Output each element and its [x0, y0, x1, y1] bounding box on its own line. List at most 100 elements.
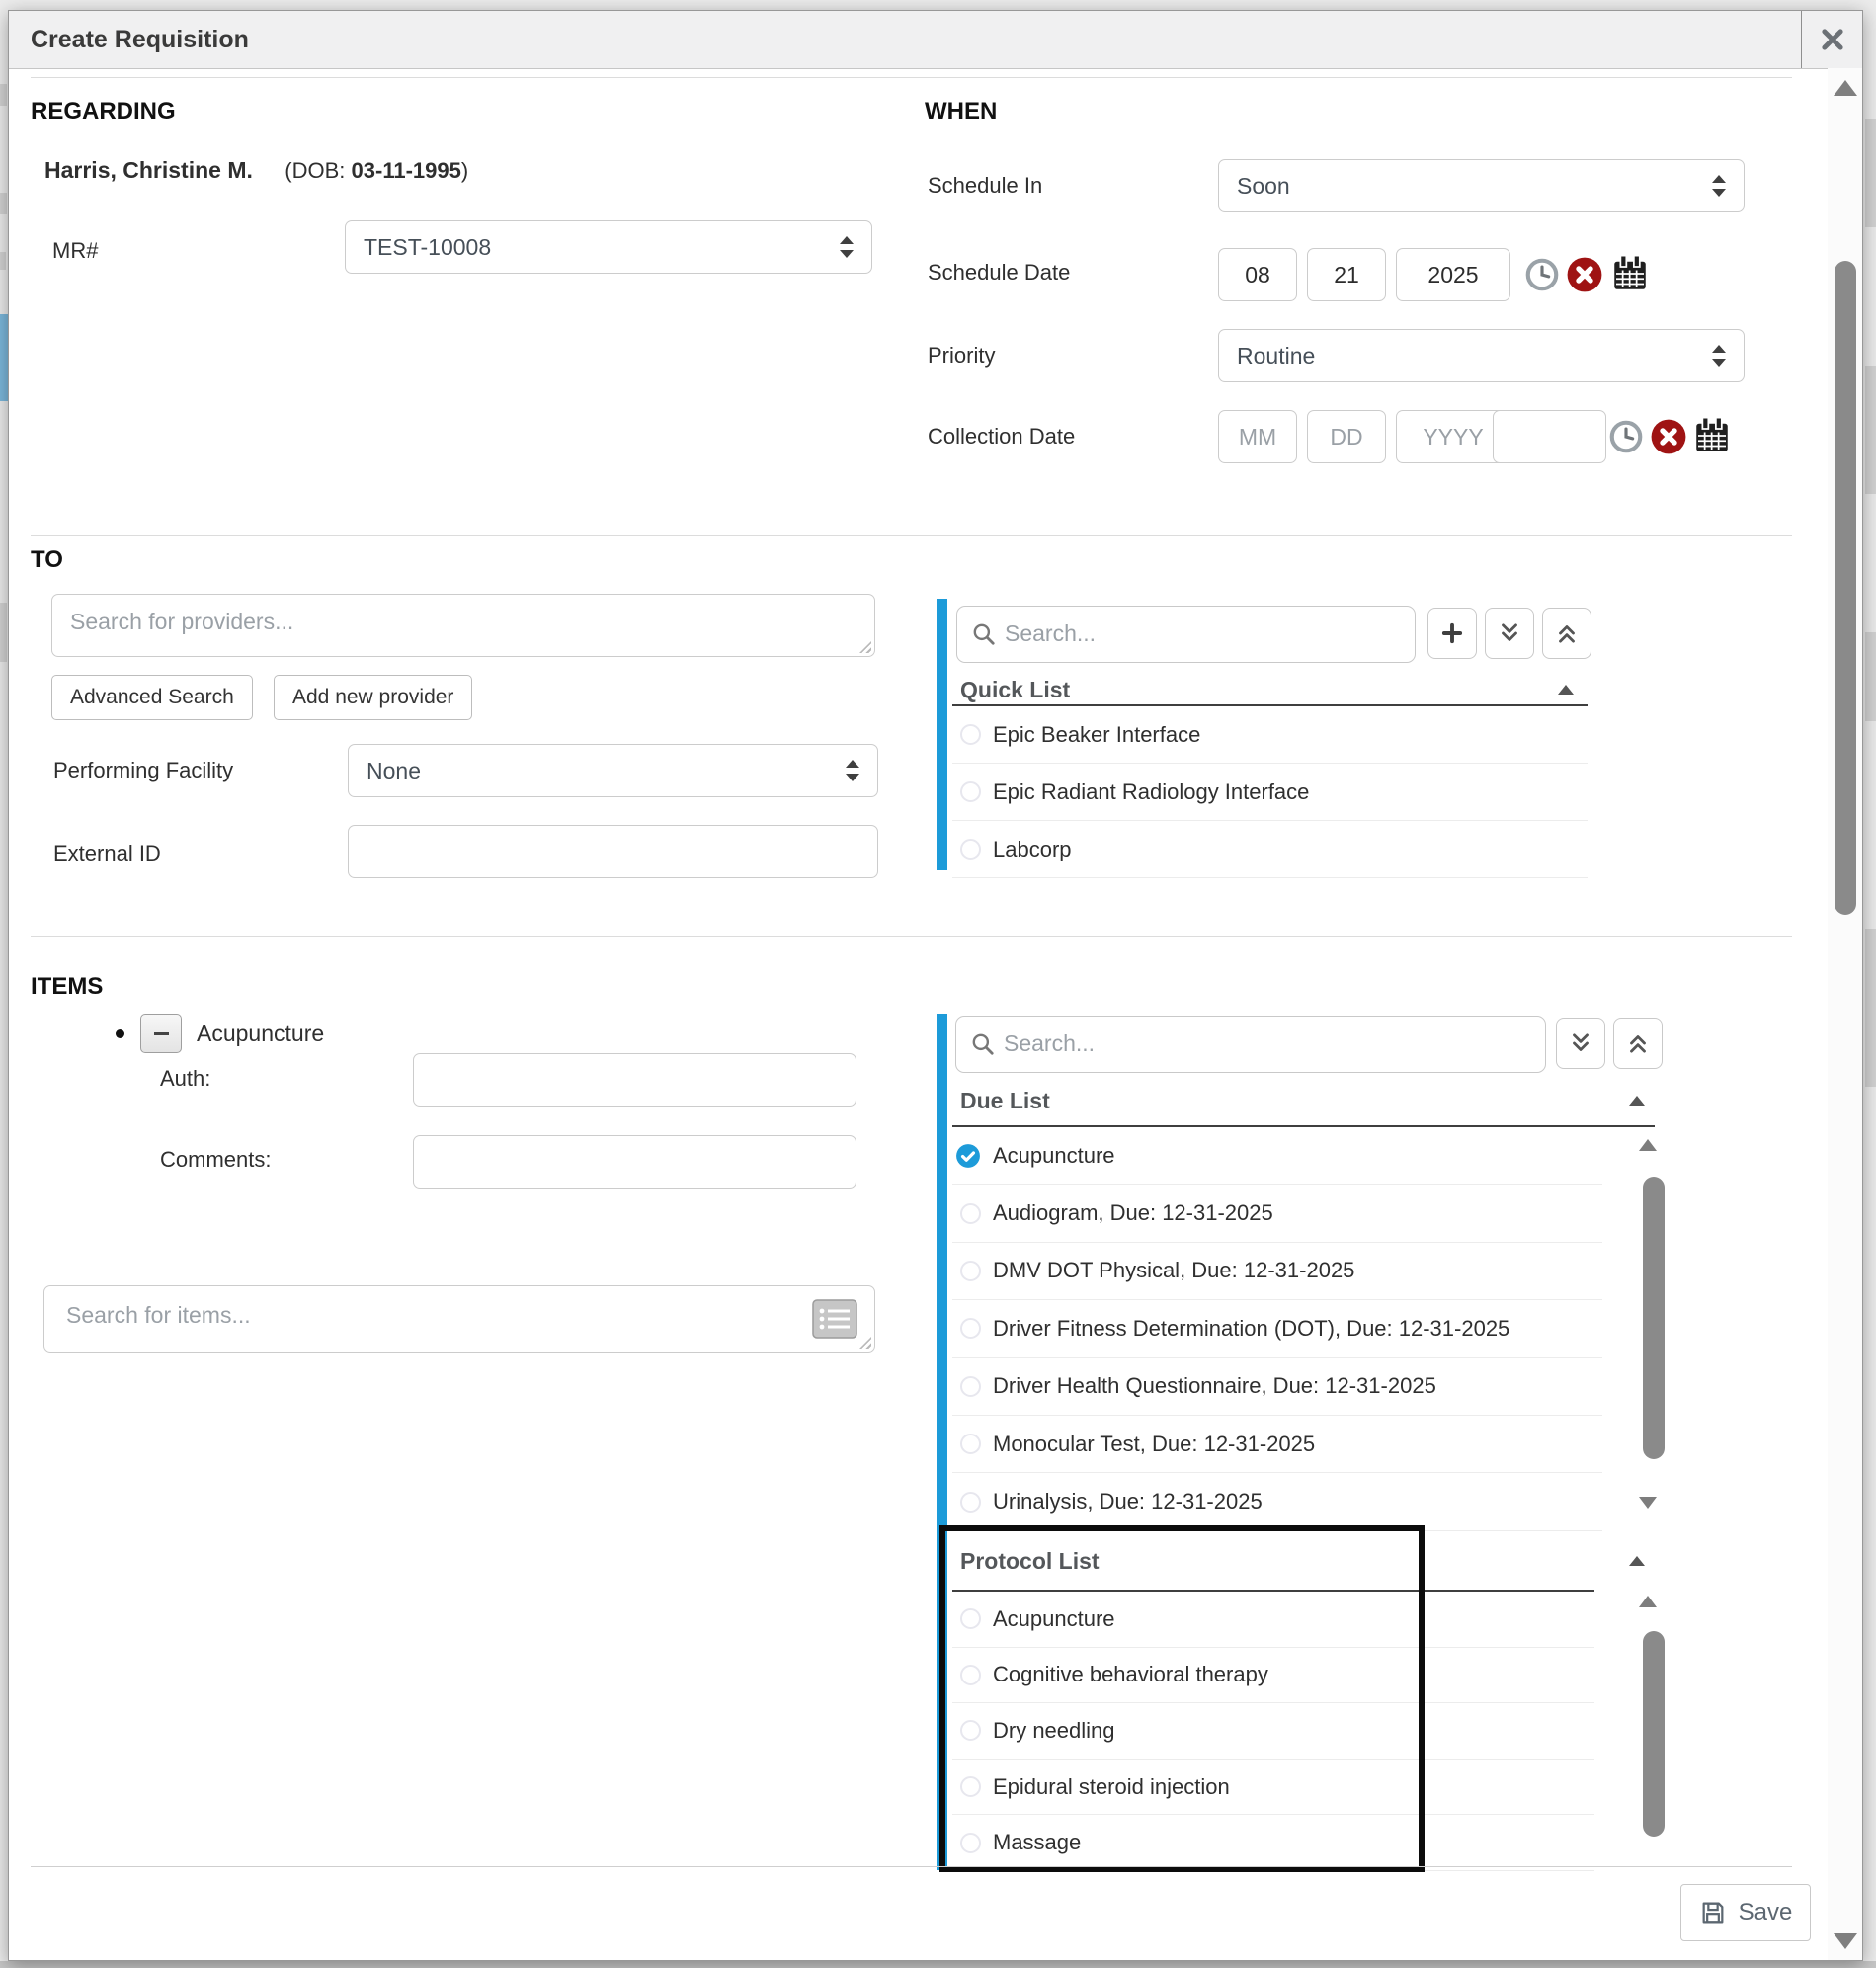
- list-item-label: Acupuncture: [993, 1143, 1115, 1169]
- regarding-heading: REGARDING: [31, 98, 176, 125]
- dob-value: 03-11-1995: [352, 158, 461, 183]
- radio-icon: [960, 724, 981, 745]
- scroll-up-arrow[interactable]: [1639, 1596, 1657, 1607]
- save-button[interactable]: Save: [1680, 1884, 1811, 1941]
- scroll-up-arrow[interactable]: [1834, 80, 1857, 96]
- priority-label: Priority: [928, 343, 995, 369]
- collapse-all-button[interactable]: [1613, 1018, 1663, 1069]
- due-list-item[interactable]: Audiogram, Due: 12-31-2025: [952, 1185, 1602, 1242]
- schedule-date-label: Schedule Date: [928, 260, 1070, 286]
- priority-select[interactable]: Routine: [1218, 329, 1745, 382]
- radio-icon: [960, 1492, 981, 1513]
- due-list-item[interactable]: Driver Fitness Determination (DOT), Due:…: [952, 1300, 1602, 1357]
- remove-item-button[interactable]: [140, 1014, 182, 1053]
- calendar-icon[interactable]: [1609, 253, 1651, 294]
- quick-list-item[interactable]: Epic Radiant Radiology Interface: [952, 764, 1588, 821]
- modal-title: Create Requisition: [31, 11, 249, 68]
- performing-facility-select[interactable]: None: [348, 744, 878, 797]
- remove-item-icon: [154, 1032, 169, 1035]
- mr-label: MR#: [52, 238, 98, 264]
- select-arrows-icon: [1711, 344, 1726, 368]
- schedule-year-input[interactable]: [1396, 248, 1510, 301]
- select-arrows-icon: [845, 759, 859, 782]
- calendar-icon[interactable]: [1691, 415, 1733, 456]
- items-search-input[interactable]: [996, 1020, 1531, 1069]
- quicklist-search-input[interactable]: [997, 610, 1401, 659]
- patient-line: Harris, Christine M. (DOB: 03-11-1995): [44, 157, 468, 184]
- panel-accent-bar: [937, 599, 947, 870]
- add-new-provider-button[interactable]: Add new provider: [274, 675, 472, 720]
- time-picker-icon[interactable]: [1523, 256, 1561, 293]
- add-provider-list-button[interactable]: [1427, 608, 1477, 659]
- quick-list: Epic Beaker Interface Epic Radiant Radio…: [952, 706, 1588, 878]
- background-fragment: [0, 603, 7, 662]
- provider-search-input[interactable]: [51, 594, 875, 657]
- schedule-month-input[interactable]: [1218, 248, 1297, 301]
- plus-icon: [1439, 620, 1465, 646]
- background-fragment: [1865, 632, 1876, 721]
- list-item-label: Acupuncture: [993, 1606, 1115, 1632]
- protocol-list-item[interactable]: Epidural steroid injection: [952, 1760, 1594, 1816]
- close-button[interactable]: [1801, 11, 1862, 68]
- search-icon: [971, 621, 997, 647]
- schedule-day-input[interactable]: [1307, 248, 1386, 301]
- item-list-icon[interactable]: [812, 1299, 857, 1339]
- protocol-list: Acupuncture Cognitive behavioral therapy…: [952, 1592, 1594, 1871]
- advanced-search-button[interactable]: Advanced Search: [51, 675, 253, 720]
- expand-all-button[interactable]: [1556, 1018, 1605, 1069]
- scroll-up-arrow[interactable]: [1639, 1139, 1657, 1151]
- radio-icon: [960, 1720, 981, 1741]
- protocol-list-item[interactable]: Acupuncture: [952, 1592, 1594, 1648]
- time-picker-icon[interactable]: [1607, 418, 1645, 455]
- item-search-input[interactable]: [43, 1285, 875, 1353]
- scrollbar-thumb[interactable]: [1835, 261, 1856, 915]
- due-list-item[interactable]: Acupuncture: [952, 1127, 1602, 1185]
- when-heading: WHEN: [925, 98, 997, 125]
- list-item-label: Epic Beaker Interface: [993, 722, 1200, 748]
- protocol-list-item[interactable]: Cognitive behavioral therapy: [952, 1648, 1594, 1704]
- collection-time-input[interactable]: [1493, 410, 1606, 463]
- mr-select[interactable]: TEST-10008: [345, 220, 872, 274]
- due-list-item[interactable]: Monocular Test, Due: 12-31-2025: [952, 1416, 1602, 1473]
- auth-input[interactable]: [413, 1053, 856, 1107]
- protocol-list-item[interactable]: Massage: [952, 1815, 1594, 1871]
- quick-list-item[interactable]: Epic Beaker Interface: [952, 706, 1588, 764]
- divider: [31, 1866, 1792, 1867]
- collection-month-input[interactable]: [1218, 410, 1297, 463]
- patient-name: Harris, Christine M.: [44, 157, 253, 183]
- collapse-all-button[interactable]: [1542, 608, 1591, 659]
- comments-input[interactable]: [413, 1135, 856, 1189]
- radio-icon: [960, 1376, 981, 1397]
- create-requisition-modal: Create Requisition REGARDING Harris, Chr…: [8, 10, 1863, 1961]
- due-list-item[interactable]: DMV DOT Physical, Due: 12-31-2025: [952, 1243, 1602, 1300]
- collapse-section-icon[interactable]: [1558, 685, 1574, 695]
- scrollbar-thumb[interactable]: [1643, 1631, 1665, 1837]
- collection-date-label: Collection Date: [928, 424, 1075, 450]
- collapse-section-icon[interactable]: [1629, 1556, 1645, 1566]
- radio-icon: [960, 1665, 981, 1685]
- schedule-in-select[interactable]: Soon: [1218, 159, 1745, 212]
- performing-facility-label: Performing Facility: [53, 758, 233, 783]
- divider: [31, 77, 1792, 78]
- collapse-section-icon[interactable]: [1629, 1096, 1645, 1106]
- background-fragment: [0, 252, 6, 270]
- protocol-list-item[interactable]: Dry needling: [952, 1703, 1594, 1760]
- scroll-down-arrow[interactable]: [1639, 1497, 1657, 1509]
- clear-date-icon[interactable]: [1566, 256, 1603, 293]
- scroll-down-arrow[interactable]: [1834, 1933, 1857, 1949]
- dob-label: (DOB: 03-11-1995): [285, 158, 468, 183]
- radio-icon: [960, 1833, 981, 1853]
- external-id-input[interactable]: [348, 825, 878, 878]
- quick-list-item[interactable]: Labcorp: [952, 821, 1588, 878]
- due-list-item[interactable]: Driver Health Questionnaire, Due: 12-31-…: [952, 1358, 1602, 1416]
- collection-day-input[interactable]: [1307, 410, 1386, 463]
- priority-value: Routine: [1237, 343, 1711, 369]
- list-item-label: Driver Fitness Determination (DOT), Due:…: [993, 1316, 1509, 1342]
- select-arrows-icon: [1711, 174, 1726, 198]
- clear-date-icon[interactable]: [1650, 418, 1687, 455]
- expand-all-button[interactable]: [1485, 608, 1534, 659]
- due-list-item[interactable]: Urinalysis, Due: 12-31-2025: [952, 1473, 1602, 1530]
- radio-icon: [960, 1776, 981, 1797]
- list-item-label: DMV DOT Physical, Due: 12-31-2025: [993, 1258, 1354, 1283]
- scrollbar-thumb[interactable]: [1643, 1177, 1665, 1459]
